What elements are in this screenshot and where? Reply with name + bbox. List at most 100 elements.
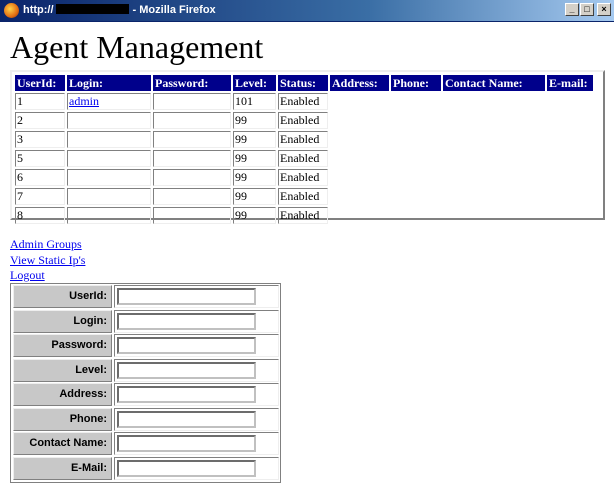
cell-level: 99 bbox=[233, 112, 276, 129]
cell-contact-name bbox=[443, 207, 545, 224]
cell-email bbox=[547, 93, 593, 110]
cell-address bbox=[330, 169, 389, 186]
cell-login bbox=[67, 169, 151, 186]
cell-contact-name bbox=[443, 93, 545, 110]
login-cell bbox=[114, 310, 279, 333]
form-row-phone: Phone: bbox=[12, 408, 279, 431]
col-header-status: Status: bbox=[278, 75, 328, 91]
cell-login bbox=[67, 131, 151, 148]
userid-cell bbox=[114, 285, 279, 308]
cell-address bbox=[330, 131, 389, 148]
login-label: Login: bbox=[13, 310, 112, 333]
cell-level: 99 bbox=[233, 169, 276, 186]
cell-status: Enabled bbox=[278, 207, 328, 224]
cell-password bbox=[153, 131, 231, 148]
cell-login bbox=[67, 112, 151, 129]
cell-userid: 2 bbox=[15, 112, 65, 129]
cell-phone bbox=[391, 112, 441, 129]
window-title: http:// - Mozilla Firefox bbox=[23, 4, 216, 16]
cell-contact-name bbox=[443, 188, 545, 205]
cell-level: 99 bbox=[233, 207, 276, 224]
col-header-password: Password: bbox=[153, 75, 231, 91]
firefox-icon bbox=[4, 3, 19, 18]
col-header-phone: Phone: bbox=[391, 75, 441, 91]
cell-address bbox=[330, 93, 389, 110]
cell-status: Enabled bbox=[278, 188, 328, 205]
admin-groups-link[interactable]: Admin Groups bbox=[10, 237, 82, 252]
col-header-address: Address: bbox=[330, 75, 389, 91]
level-field[interactable] bbox=[117, 362, 256, 379]
cell-login bbox=[67, 150, 151, 167]
cell-status: Enabled bbox=[278, 150, 328, 167]
userid-field[interactable] bbox=[117, 288, 256, 305]
phone-label: Phone: bbox=[13, 408, 112, 431]
col-header-email: E-mail: bbox=[547, 75, 593, 91]
table-row: 6 99 Enabled bbox=[15, 169, 593, 186]
cell-status: Enabled bbox=[278, 131, 328, 148]
table-row: 5 99 Enabled bbox=[15, 150, 593, 167]
cell-address bbox=[330, 188, 389, 205]
login-field[interactable] bbox=[117, 313, 256, 330]
address-field[interactable] bbox=[117, 386, 256, 403]
cell-status: Enabled bbox=[278, 112, 328, 129]
phone-cell bbox=[114, 408, 279, 431]
login-link[interactable]: admin bbox=[69, 94, 99, 108]
contact-name-label: Contact Name: bbox=[13, 432, 112, 455]
cell-level: 99 bbox=[233, 150, 276, 167]
form-row-level: Level: bbox=[12, 359, 279, 382]
window-title-app: - Mozilla Firefox bbox=[132, 4, 216, 16]
level-cell bbox=[114, 359, 279, 382]
cell-password bbox=[153, 112, 231, 129]
cell-email bbox=[547, 131, 593, 148]
cell-status: Enabled bbox=[278, 93, 328, 110]
cell-contact-name bbox=[443, 169, 545, 186]
close-button[interactable]: × bbox=[597, 3, 611, 16]
minimize-button[interactable]: _ bbox=[565, 3, 579, 16]
cell-login: admin bbox=[67, 93, 151, 110]
cell-password bbox=[153, 169, 231, 186]
contact-name-cell bbox=[114, 432, 279, 455]
form-row-password: Password: bbox=[12, 334, 279, 357]
cell-userid: 7 bbox=[15, 188, 65, 205]
form-row-address: Address: bbox=[12, 383, 279, 406]
cell-email bbox=[547, 150, 593, 167]
cell-password bbox=[153, 150, 231, 167]
maximize-button[interactable]: □ bbox=[580, 3, 594, 16]
window-titlebar[interactable]: http:// - Mozilla Firefox _ □ × bbox=[0, 0, 614, 22]
table-row: 8 99 Enabled bbox=[15, 207, 593, 224]
table-header-row: UserId: Login: Password: Level: Status: … bbox=[15, 75, 593, 91]
address-cell bbox=[114, 383, 279, 406]
form-row-login: Login: bbox=[12, 310, 279, 333]
cell-userid: 6 bbox=[15, 169, 65, 186]
table-row: 7 99 Enabled bbox=[15, 188, 593, 205]
cell-contact-name bbox=[443, 112, 545, 129]
logout-link[interactable]: Logout bbox=[10, 268, 45, 283]
email-label: E-Mail: bbox=[13, 457, 112, 480]
cell-address bbox=[330, 207, 389, 224]
phone-field[interactable] bbox=[117, 411, 256, 428]
col-header-login: Login: bbox=[67, 75, 151, 91]
window-buttons: _ □ × bbox=[565, 3, 611, 16]
col-header-userid: UserId: bbox=[15, 75, 65, 91]
email-field[interactable] bbox=[117, 460, 256, 477]
cell-userid: 5 bbox=[15, 150, 65, 167]
cell-email bbox=[547, 169, 593, 186]
cell-phone bbox=[391, 169, 441, 186]
window-title-url: http:// bbox=[23, 4, 54, 16]
table-row: 2 99 Enabled bbox=[15, 112, 593, 129]
email-cell bbox=[114, 457, 279, 480]
cell-contact-name bbox=[443, 131, 545, 148]
cell-password bbox=[153, 188, 231, 205]
cell-phone bbox=[391, 207, 441, 224]
contact-name-field[interactable] bbox=[117, 435, 256, 452]
password-field[interactable] bbox=[117, 337, 256, 354]
password-cell bbox=[114, 334, 279, 357]
agents-table: UserId: Login: Password: Level: Status: … bbox=[13, 73, 595, 226]
view-static-ips-link[interactable]: View Static Ip's bbox=[10, 253, 85, 268]
cell-login bbox=[67, 188, 151, 205]
cell-userid: 3 bbox=[15, 131, 65, 148]
cell-address bbox=[330, 150, 389, 167]
cell-level: 101 bbox=[233, 93, 276, 110]
cell-phone bbox=[391, 150, 441, 167]
cell-email bbox=[547, 112, 593, 129]
